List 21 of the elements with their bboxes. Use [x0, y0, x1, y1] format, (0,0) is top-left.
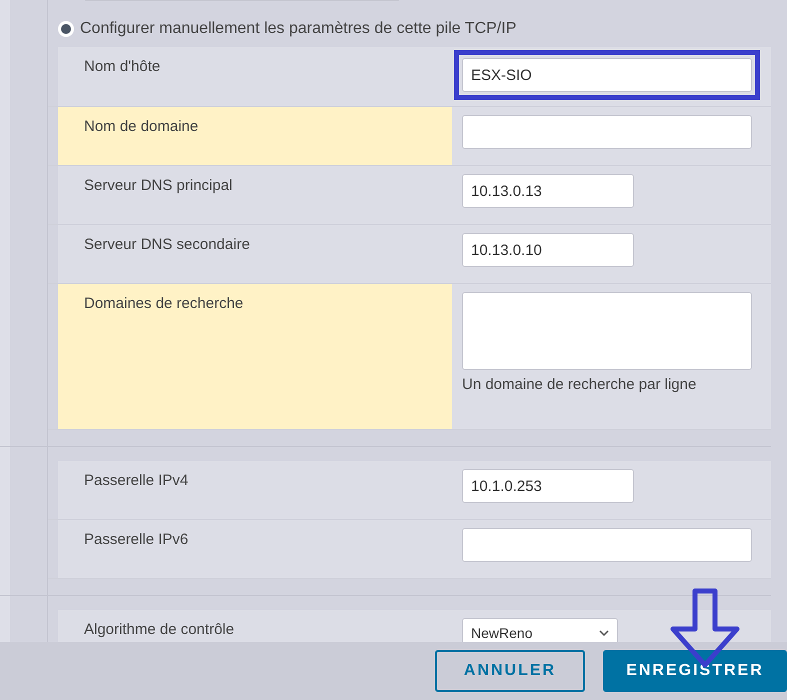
text-field[interactable]: 10.13.0.10	[462, 233, 634, 267]
chevron-down-icon	[599, 630, 609, 636]
field-hint: Un domaine de recherche par ligne	[462, 375, 698, 395]
row-label-cell: Domaines de recherche	[58, 284, 452, 429]
row-label-cell: Passerelle IPv6	[58, 520, 452, 578]
row-label-cell: Algorithme de contrôle	[58, 610, 452, 642]
textarea-field[interactable]	[462, 292, 752, 370]
row-label-cell: Passerelle IPv4	[58, 461, 452, 519]
text-field[interactable]: 10.1.0.253	[462, 469, 634, 503]
row-label-cell: Serveur DNS principal	[58, 166, 452, 224]
text-field[interactable]	[462, 528, 752, 562]
radio-button[interactable]	[58, 21, 74, 37]
row-label-cell: Nom de domaine	[58, 107, 452, 165]
save-button[interactable]: ENREGISTRER	[603, 650, 787, 692]
radio-label: Configurer manuellement les paramètres de cette pile TCP/IP	[80, 19, 516, 39]
row-label-cell: Nom d'hôte	[58, 47, 452, 106]
text-field[interactable]	[462, 115, 752, 149]
select-field[interactable]: NewReno	[462, 618, 618, 642]
row-label-cell: Serveur DNS secondaire	[58, 225, 452, 283]
text-field[interactable]: 10.13.0.13	[462, 174, 634, 208]
text-field[interactable]: ESX-SIO	[462, 58, 752, 92]
